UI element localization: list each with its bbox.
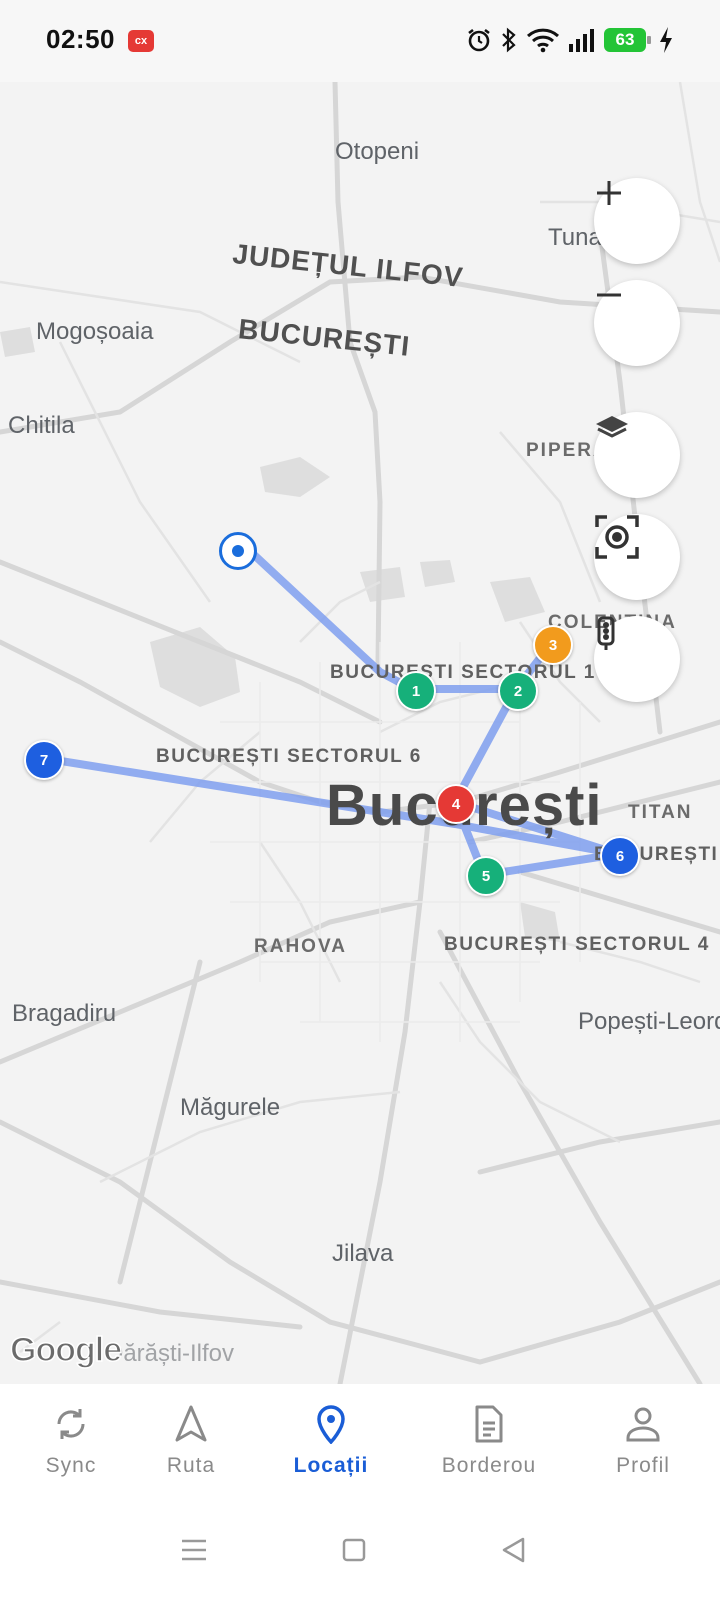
map-label-popesti: Popești-Leordeni bbox=[578, 1008, 720, 1035]
map-label-titan: TITAN bbox=[628, 802, 693, 823]
user-icon bbox=[626, 1407, 660, 1442]
target-icon bbox=[595, 515, 639, 559]
document-icon bbox=[475, 1405, 503, 1443]
layers-icon bbox=[596, 416, 628, 438]
nav-ruta-label: Ruta bbox=[166, 1454, 216, 1477]
nav-ruta[interactable]: Ruta bbox=[126, 1396, 256, 1478]
google-attribution: Google bbox=[9, 1330, 123, 1370]
nav-borderou-label: Borderou bbox=[441, 1454, 537, 1477]
stop-marker-4[interactable]: 4 bbox=[436, 784, 476, 824]
back-icon[interactable] bbox=[500, 1536, 528, 1564]
nav-profil-label: Profil bbox=[616, 1454, 670, 1477]
current-location-marker[interactable] bbox=[219, 532, 257, 570]
location-pin-icon bbox=[317, 1405, 345, 1444]
wifi-icon bbox=[526, 28, 560, 53]
bluetooth-icon bbox=[502, 27, 516, 53]
stop-marker-6[interactable]: 6 bbox=[600, 836, 640, 876]
nav-profil[interactable]: Profil bbox=[578, 1396, 708, 1478]
recenter-button[interactable] bbox=[594, 514, 680, 600]
map-label-rahova: RAHOVA bbox=[254, 936, 347, 957]
sync-icon bbox=[57, 1409, 85, 1439]
map-label-otopeni: Otopeni bbox=[335, 138, 420, 165]
map-layers-button[interactable] bbox=[594, 412, 680, 498]
nav-sync-label: Sync bbox=[45, 1454, 97, 1477]
signal-icon bbox=[569, 29, 594, 52]
nav-locatii-label: Locații bbox=[293, 1454, 369, 1477]
map-label-magurele: Măgurele bbox=[180, 1094, 281, 1121]
stop-marker-5[interactable]: 5 bbox=[466, 856, 506, 896]
nav-locatii[interactable]: Locații bbox=[266, 1396, 396, 1478]
nav-borderou[interactable]: Borderou bbox=[424, 1396, 554, 1478]
zoom-out-button[interactable] bbox=[594, 280, 680, 366]
app-notification-badge: cx bbox=[128, 30, 154, 52]
status-bar: 02:50 cx 63 bbox=[0, 0, 720, 82]
system-navigation-bar bbox=[0, 1524, 720, 1580]
stop-marker-1[interactable]: 1 bbox=[396, 671, 436, 711]
menu-icon[interactable] bbox=[180, 1536, 208, 1564]
charging-icon bbox=[660, 27, 672, 53]
plus-icon bbox=[597, 181, 621, 205]
stop-marker-3[interactable]: 3 bbox=[533, 625, 573, 665]
status-time: 02:50 bbox=[46, 24, 115, 54]
map-label-sector-4: BUCUREȘTI SECTORUL 4 bbox=[444, 934, 710, 955]
zoom-in-button[interactable] bbox=[594, 178, 680, 264]
map-label-darasti: Dărăști-Ilfov bbox=[106, 1340, 235, 1367]
map-label-sector-6: BUCUREȘTI SECTORUL 6 bbox=[156, 746, 422, 767]
map-label-mogosoaia: Mogoșoaia bbox=[36, 318, 154, 345]
bottom-navigation: Sync Ruta Locații Borderou Profil bbox=[0, 1384, 720, 1604]
stop-marker-7[interactable]: 7 bbox=[24, 740, 64, 780]
stop-marker-2[interactable]: 2 bbox=[498, 671, 538, 711]
battery-icon: 63 bbox=[604, 28, 651, 52]
minus-icon bbox=[597, 293, 621, 297]
alarm-icon bbox=[468, 28, 490, 52]
home-icon[interactable] bbox=[340, 1536, 368, 1564]
traffic-light-icon bbox=[597, 616, 615, 650]
map-label-chitila: Chitila bbox=[8, 412, 75, 439]
navigation-icon bbox=[175, 1405, 207, 1442]
map-label-bragadiru: Bragadiru bbox=[12, 1000, 117, 1027]
map-view[interactable]: Otopeni Tunari JUDEȚUL ILFOV BUCUREȘTI M… bbox=[0, 82, 720, 1384]
map-label-jilava: Jilava bbox=[332, 1240, 394, 1267]
nav-sync[interactable]: Sync bbox=[6, 1396, 136, 1478]
traffic-button[interactable] bbox=[594, 616, 680, 702]
status-icons: 63 bbox=[466, 26, 674, 54]
